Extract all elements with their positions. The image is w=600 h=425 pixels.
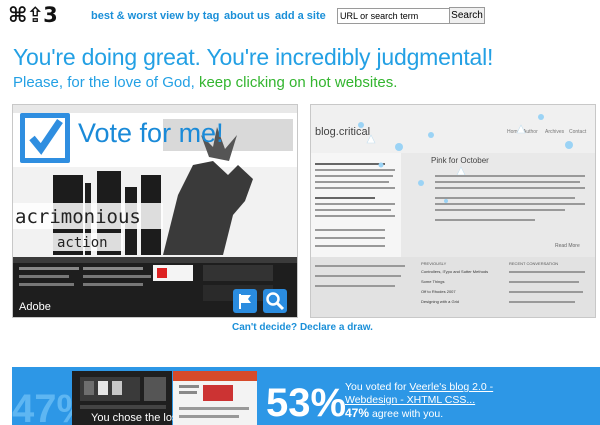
footer-item-4: Designing with a Grid <box>421 299 459 304</box>
voted-for-text: You voted for Veerle's blog 2.0 - Webdes… <box>345 381 495 407</box>
read-more-text: Read More <box>555 243 580 249</box>
flag-icon <box>239 294 251 309</box>
right-site-screenshot: blog.critical Home Author Archives Conta… <box>311 105 595 317</box>
checkmark-icon <box>25 118 65 158</box>
art-text-1: acrimonious <box>15 206 141 228</box>
agree-suffix: agree with you. <box>369 408 444 420</box>
vote-badge <box>20 113 70 163</box>
recent-conversation-heading: RECENT CONVERSATION <box>509 261 558 266</box>
footer-item-1: Controllers, iTypo and Sutter Methods <box>421 269 488 274</box>
site-card-right[interactable]: blog.critical Home Author Archives Conta… <box>310 104 596 318</box>
search-button[interactable]: Search <box>449 7 485 24</box>
nav-about-us[interactable]: about us <box>224 10 270 22</box>
top-bar: ⌘⇪3 best & worst view by tag about us ad… <box>0 0 600 34</box>
voted-prefix: You voted for <box>345 381 410 393</box>
magnifier-icon <box>266 292 285 311</box>
flag-button[interactable] <box>233 289 257 313</box>
result-bar: 47% You chose the loser. 53% You voted f… <box>12 367 600 425</box>
zoom-button[interactable] <box>263 289 287 313</box>
footer-item-2: Some Things <box>421 279 445 284</box>
site-card-left[interactable]: acrimonious action Vote for me! Adobe <box>12 104 298 318</box>
winner-thumbnail[interactable] <box>173 371 257 425</box>
vote-for-me-label: Vote for me! <box>78 118 224 148</box>
nav-view-by-tag[interactable]: view by tag <box>160 10 219 22</box>
declare-draw-link[interactable]: Can't decide? Declare a draw. <box>232 322 373 333</box>
footer-item-3: Off to Rhodes 2007 <box>421 289 456 294</box>
search-input[interactable] <box>337 8 450 24</box>
art-text-2: action <box>57 235 108 251</box>
winner-site-thumbnail <box>173 371 257 425</box>
right-percentage: 53% <box>266 381 347 425</box>
nav-best-worst[interactable]: best & worst <box>91 10 157 22</box>
agree-text: 47% agree with you. <box>345 406 443 420</box>
blog-tab-contact: Contact <box>569 129 587 135</box>
page-subline: Please, for the love of God, keep clicki… <box>13 74 397 91</box>
site-name-label: Adobe <box>19 301 51 313</box>
subline-lead: Please, for the love of God, <box>13 74 199 91</box>
keep-clicking-link[interactable]: keep clicking on hot websites. <box>199 74 397 91</box>
blog-tab-author: Author <box>523 129 538 135</box>
previously-heading: PREVIOUSLY <box>421 261 447 266</box>
nav-add-a-site[interactable]: add a site <box>275 10 326 22</box>
site-logo[interactable]: ⌘⇪3 <box>8 3 58 27</box>
post-title: Pink for October <box>431 156 489 165</box>
blog-tab-archives: Archives <box>545 129 565 135</box>
page-headline: You're doing great. You're incredibly ju… <box>13 44 494 70</box>
agree-percentage: 47% <box>345 406 370 420</box>
